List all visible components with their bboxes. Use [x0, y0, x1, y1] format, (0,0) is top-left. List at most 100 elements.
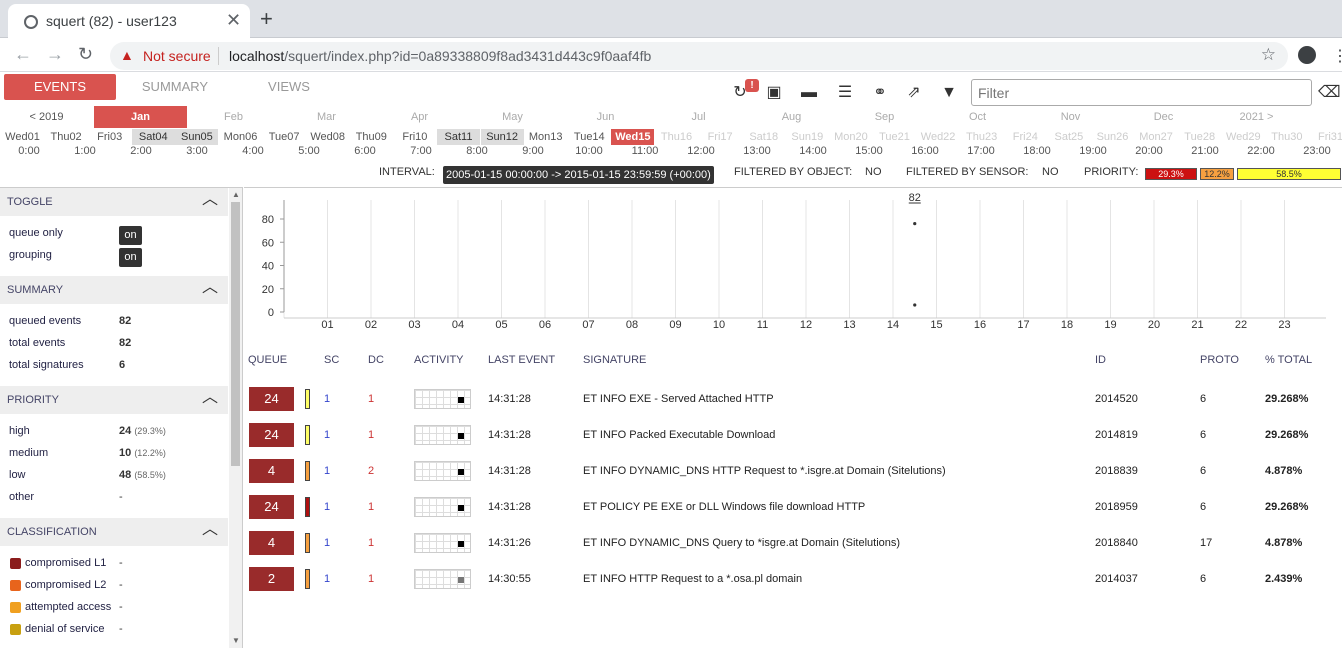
source-count[interactable]: 1 [324, 393, 330, 405]
queue-count[interactable]: 24 [249, 495, 294, 519]
source-count[interactable]: 1 [324, 573, 330, 585]
day-mon20[interactable]: Mon20 [829, 129, 872, 145]
signature[interactable]: ET INFO DYNAMIC_DNS HTTP Request to *.is… [583, 465, 946, 477]
hour-20[interactable]: 20:00 [1129, 145, 1169, 157]
day-fri10[interactable]: Fri10 [393, 129, 436, 145]
tab-views[interactable]: VIEWS [234, 74, 344, 100]
classification-label[interactable]: attempted access [25, 601, 111, 613]
table-row[interactable]: 4 1 1 14:31:26 ET INFO DYNAMIC_DNS Query to … [244, 525, 1342, 561]
url-text[interactable]: localhost/squert/index.php?id=0a89338809… [229, 48, 651, 64]
header-signature[interactable]: SIGNATURE [583, 354, 646, 366]
queue-count[interactable]: 24 [249, 423, 294, 447]
chevron-up-icon[interactable]: ︿ [202, 192, 218, 208]
header-pct-total[interactable]: % TOTAL [1265, 354, 1312, 366]
day-fri17[interactable]: Fri17 [699, 129, 742, 145]
source-count[interactable]: 1 [324, 429, 330, 441]
header-queue[interactable]: QUEUE [248, 354, 287, 366]
scroll-down-icon[interactable]: ▼ [232, 636, 240, 645]
month-5[interactable]: May [466, 106, 559, 128]
source-count[interactable]: 1 [324, 465, 330, 477]
clear-filter-icon[interactable]: ⌫ [1318, 84, 1341, 102]
day-fri31[interactable]: Fri31 [1309, 129, 1342, 145]
warning-icon[interactable]: ▲ [120, 47, 134, 63]
chevron-up-icon[interactable]: ︿ [202, 280, 218, 296]
classification-label[interactable]: compromised L1 [25, 557, 106, 569]
day-wed01[interactable]: Wed01 [1, 129, 44, 145]
chevron-up-icon[interactable]: ︿ [202, 522, 218, 538]
queue-count[interactable]: 4 [249, 531, 294, 555]
tab-events[interactable]: EVENTS [4, 74, 116, 100]
day-fri24[interactable]: Fri24 [1004, 129, 1047, 145]
hour-1[interactable]: 1:00 [65, 145, 105, 157]
day-tue14[interactable]: Tue14 [568, 129, 611, 145]
day-tue07[interactable]: Tue07 [263, 129, 306, 145]
signature[interactable]: ET POLICY PE EXE or DLL Windows file dow… [583, 501, 865, 513]
hour-6[interactable]: 6:00 [345, 145, 385, 157]
browser-tab[interactable]: squert (82) - user123 ✕ [8, 4, 250, 38]
day-sun12[interactable]: Sun12 [480, 129, 524, 145]
hour-17[interactable]: 17:00 [961, 145, 1001, 157]
hour-19[interactable]: 19:00 [1073, 145, 1113, 157]
hour-10[interactable]: 10:00 [569, 145, 609, 157]
hour-9[interactable]: 9:00 [513, 145, 553, 157]
header-proto[interactable]: PROTO [1200, 354, 1239, 366]
signature[interactable]: ET INFO EXE - Served Attached HTTP [583, 393, 774, 405]
dest-count[interactable]: 1 [368, 501, 374, 513]
close-tab-icon[interactable]: ✕ [226, 10, 241, 31]
day-fri03[interactable]: Fri03 [88, 129, 131, 145]
month-13[interactable]: 2021 > [1210, 106, 1303, 128]
header-last-event[interactable]: LAST EVENT [488, 354, 555, 366]
month-7[interactable]: Jul [652, 106, 745, 128]
hour-5[interactable]: 5:00 [289, 145, 329, 157]
summary-section-header[interactable]: SUMMARY ︿ [0, 276, 228, 304]
day-thu09[interactable]: Thu09 [350, 129, 393, 145]
day-sun05[interactable]: Sun05 [175, 129, 219, 145]
table-row[interactable]: 24 1 1 14:31:28 ET INFO EXE - Served Attache… [244, 381, 1342, 417]
hour-13[interactable]: 13:00 [737, 145, 777, 157]
menu-icon[interactable]: ⋮ [1332, 46, 1342, 66]
month-10[interactable]: Oct [931, 106, 1024, 128]
signature[interactable]: ET INFO DYNAMIC_DNS Query to *isgre.at D… [583, 537, 900, 549]
day-sat11[interactable]: Sat11 [437, 129, 480, 145]
expand-icon[interactable]: ▣ [765, 84, 783, 102]
toggle-section-header[interactable]: TOGGLE ︿ [0, 188, 228, 216]
hour-18[interactable]: 18:00 [1017, 145, 1057, 157]
hour-15[interactable]: 15:00 [849, 145, 889, 157]
month-1[interactable]: Jan [94, 106, 187, 128]
reload-icon[interactable]: ↻ [78, 44, 93, 65]
day-mon13[interactable]: Mon13 [524, 129, 567, 145]
priority-other-label[interactable]: other [9, 491, 34, 503]
address-bar[interactable]: ▲ Not secure localhost/squert/index.php?… [110, 42, 1288, 70]
day-wed22[interactable]: Wed22 [917, 129, 960, 145]
signature-id[interactable]: 2018839 [1095, 465, 1138, 477]
month-2[interactable]: Feb [187, 106, 280, 128]
day-thu16[interactable]: Thu16 [655, 129, 698, 145]
hour-16[interactable]: 16:00 [905, 145, 945, 157]
day-tue28[interactable]: Tue28 [1178, 129, 1221, 145]
table-row[interactable]: 2 1 1 14:30:55 ET INFO HTTP Request to a *.o… [244, 561, 1342, 597]
month-11[interactable]: Nov [1024, 106, 1117, 128]
hour-12[interactable]: 12:00 [681, 145, 721, 157]
day-thu02[interactable]: Thu02 [45, 129, 88, 145]
hour-3[interactable]: 3:00 [177, 145, 217, 157]
queue-count[interactable]: 24 [249, 387, 294, 411]
star-icon[interactable]: ☆ [1261, 45, 1276, 65]
signature-id[interactable]: 2018840 [1095, 537, 1138, 549]
signature[interactable]: ET INFO Packed Executable Download [583, 429, 775, 441]
day-sat04[interactable]: Sat04 [131, 129, 175, 145]
dest-count[interactable]: 1 [368, 573, 374, 585]
priority-section-header[interactable]: PRIORITY ︿ [0, 386, 228, 414]
day-wed29[interactable]: Wed29 [1222, 129, 1265, 145]
month-6[interactable]: Jun [559, 106, 652, 128]
hour-11[interactable]: 11:00 [625, 145, 665, 157]
day-thu23[interactable]: Thu23 [960, 129, 1003, 145]
signature-id[interactable]: 2014520 [1095, 393, 1138, 405]
classification-section-header[interactable]: CLASSIFICATION ︿ [0, 518, 228, 546]
month-9[interactable]: Sep [838, 106, 931, 128]
day-mon06[interactable]: Mon06 [219, 129, 262, 145]
hour-4[interactable]: 4:00 [233, 145, 273, 157]
source-count[interactable]: 1 [324, 537, 330, 549]
day-wed15[interactable]: Wed15 [611, 129, 655, 145]
forward-icon[interactable]: → [46, 44, 64, 65]
group-icon[interactable]: ⚭ [871, 84, 889, 102]
